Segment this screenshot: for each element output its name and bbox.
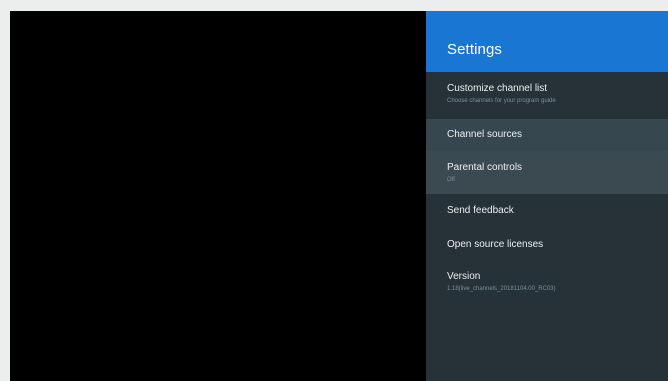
settings-header: Settings — [426, 11, 668, 72]
settings-item-subtitle: Off — [447, 177, 455, 183]
settings-item-subtitle: Choose channels for your program guide — [447, 98, 556, 104]
settings-item-title: Channel sources — [447, 129, 523, 140]
settings-item-subtitle: 1.18(live_channels_20181104.00_RC03) — [447, 286, 556, 292]
settings-item-customize-channel-list[interactable]: Customize channel list Choose channels f… — [426, 72, 668, 119]
settings-panel: Settings Customize channel list Choose c… — [426, 11, 668, 381]
settings-item-title: Open source licenses — [447, 238, 544, 250]
settings-item-title: Parental controls — [447, 162, 523, 173]
settings-item-version[interactable]: Version 1.18(live_channels_20181104.00_R… — [426, 261, 668, 301]
settings-item-title: Version — [447, 271, 481, 282]
settings-item-send-feedback[interactable]: Send feedback — [426, 194, 668, 228]
settings-item-title: Send feedback — [447, 205, 514, 216]
settings-item-channel-sources[interactable]: Channel sources — [426, 119, 668, 151]
settings-item-title: Customize channel list — [447, 83, 548, 94]
settings-item-parental-controls[interactable]: Parental controls Off — [426, 151, 668, 194]
settings-item-open-source-licenses[interactable]: Open source licenses — [426, 228, 668, 261]
settings-title: Settings — [447, 41, 502, 58]
